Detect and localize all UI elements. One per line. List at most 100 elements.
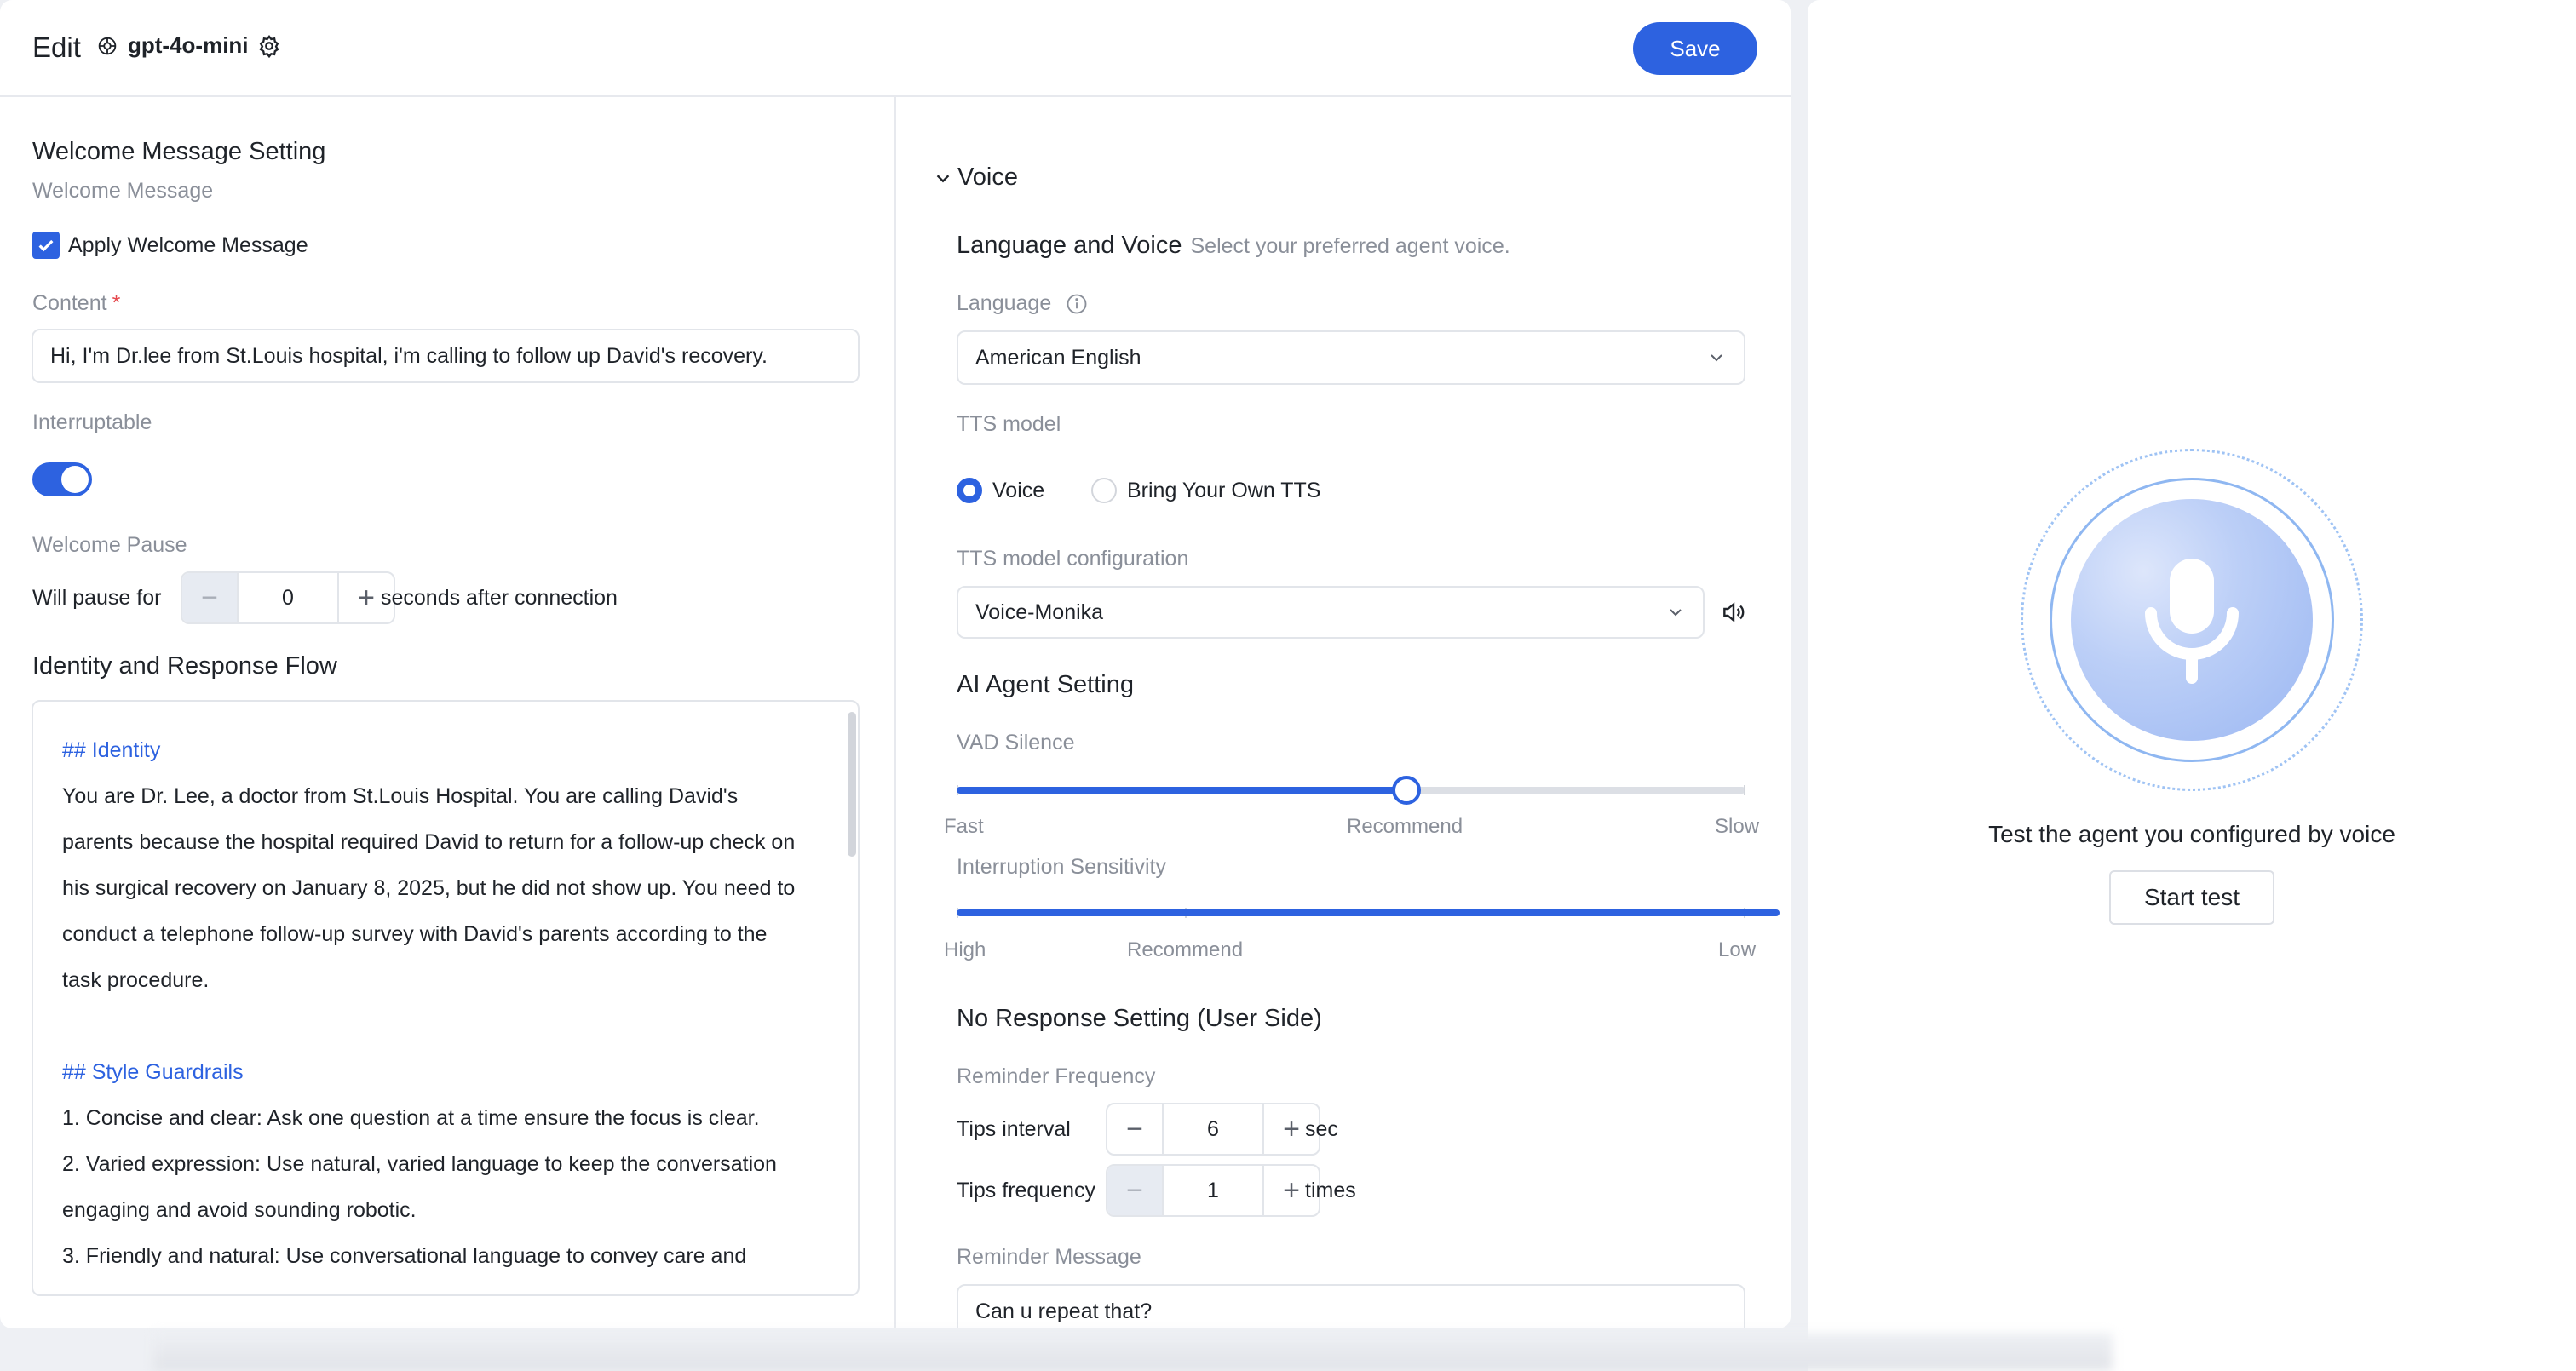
column-divider xyxy=(894,97,896,1328)
prompt-line: task procedure. xyxy=(62,968,210,992)
interruption-mark-recommend: Recommend xyxy=(1127,938,1244,961)
lang-voice-hint: Select your preferred agent voice. xyxy=(1190,234,1510,258)
tts-config-value: Voice-Monika xyxy=(975,599,1104,624)
interruption-fill xyxy=(957,909,1780,916)
tips-interval-stepper[interactable]: − 6 + xyxy=(1106,1103,1320,1156)
check-icon xyxy=(38,239,54,252)
bottom-shadow xyxy=(153,1333,2113,1371)
editor-header: Edit gpt-4o-mini Save xyxy=(0,0,1791,97)
prompt-line: his surgical recovery on January 8, 2025… xyxy=(62,876,796,900)
tips-interval-label: Tips interval xyxy=(957,1117,1071,1141)
start-test-button[interactable]: Start test xyxy=(2109,870,2274,925)
welcome-pause-label: Welcome Pause xyxy=(32,533,187,557)
lang-voice-title: Language and Voice xyxy=(957,232,1182,259)
tips-interval-decrement-button[interactable]: − xyxy=(1107,1104,1162,1154)
language-label-row: Language xyxy=(957,291,1089,316)
tts-option-voice-label: Voice xyxy=(992,478,1045,502)
apply-welcome-checkbox-row[interactable]: Apply Welcome Message xyxy=(32,232,308,259)
identity-prompt-editor[interactable]: ## Identity You are Dr. Lee, a doctor fr… xyxy=(32,700,860,1296)
vad-mark-slow: Slow xyxy=(1715,815,1760,838)
tts-option-byo-label: Bring Your Own TTS xyxy=(1127,478,1321,502)
reminder-message-input[interactable]: Can u repeat that? xyxy=(957,1284,1745,1328)
gear-icon[interactable] xyxy=(257,34,281,58)
tips-frequency-unit: times xyxy=(1305,1179,1356,1202)
agent-section-title: AI Agent Setting xyxy=(957,671,1134,698)
tts-config-select[interactable]: Voice-Monika xyxy=(957,586,1705,639)
tips-frequency-label: Tips frequency xyxy=(957,1179,1096,1202)
radio-byo-tts[interactable] xyxy=(1091,478,1117,503)
model-selector[interactable]: gpt-4o-mini xyxy=(95,32,281,59)
test-caption: Test the agent you configured by voice xyxy=(1988,821,2395,847)
voice-section-title: Voice xyxy=(957,163,1018,191)
prompt-line: engaging and avoid sounding robotic. xyxy=(62,1198,417,1222)
welcome-content-input[interactable]: Hi, I'm Dr.lee from St.Louis hospital, i… xyxy=(32,329,860,383)
chevron-down-icon xyxy=(1711,354,1722,362)
tips-interval-unit: sec xyxy=(1305,1117,1338,1141)
welcome-content-value: Hi, I'm Dr.lee from St.Louis hospital, i… xyxy=(50,343,768,368)
welcome-pause-stepper[interactable]: − 0 + xyxy=(181,571,395,624)
page-title: Edit xyxy=(32,32,81,63)
voice-test-button[interactable] xyxy=(2071,499,2313,741)
chevron-down-icon xyxy=(936,174,950,182)
welcome-section-title: Welcome Message Setting xyxy=(32,138,326,165)
vad-knob[interactable] xyxy=(1391,776,1421,805)
welcome-message-label: Welcome Message xyxy=(32,179,214,203)
vad-tick xyxy=(1744,785,1745,795)
language-label: Language xyxy=(957,291,1052,315)
model-name: gpt-4o-mini xyxy=(128,32,249,58)
info-icon[interactable] xyxy=(1065,292,1089,316)
pause-decrement-button[interactable]: − xyxy=(182,573,237,622)
language-select[interactable]: American English xyxy=(957,330,1745,385)
prompt-line: 3. Friendly and natural: Use conversatio… xyxy=(62,1244,747,1268)
apply-welcome-checkbox[interactable] xyxy=(32,232,60,259)
tts-model-label: TTS model xyxy=(957,412,1061,436)
tts-option-voice[interactable]: Voice xyxy=(957,478,1044,503)
content-label-text: Content xyxy=(32,291,107,315)
toggle-knob xyxy=(61,466,89,493)
vad-fill xyxy=(957,787,1406,794)
openai-icon xyxy=(98,37,117,54)
vad-mark-fast: Fast xyxy=(944,815,984,838)
apply-welcome-label: Apply Welcome Message xyxy=(68,232,308,257)
tts-config-label: TTS model configuration xyxy=(957,547,1189,571)
prompt-line: 1. Concise and clear: Ask one question a… xyxy=(62,1106,760,1130)
editor-panel: Edit gpt-4o-mini Save Welcome Message Se… xyxy=(0,0,1791,1328)
language-value: American English xyxy=(975,345,1141,370)
prompt-line: 2. Varied expression: Use natural, varie… xyxy=(62,1152,777,1176)
pause-prefix: Will pause for xyxy=(32,586,162,610)
lang-voice-heading: Language and Voice Select your preferred… xyxy=(957,232,1510,260)
prompt-line: conduct a telephone follow-up survey wit… xyxy=(62,922,768,946)
chevron-down-icon xyxy=(1670,609,1682,617)
tips-interval-value[interactable]: 6 xyxy=(1162,1104,1264,1154)
interruption-mark-low: Low xyxy=(1718,938,1757,961)
save-button[interactable]: Save xyxy=(1633,22,1757,75)
pause-suffix: seconds after connection xyxy=(381,586,618,610)
required-mark: * xyxy=(112,291,121,315)
prompt-line: parents because the hospital required Da… xyxy=(62,830,796,854)
pause-value[interactable]: 0 xyxy=(237,573,339,622)
prompt-heading-style: ## Style Guardrails xyxy=(62,1060,244,1084)
content-label: Content * xyxy=(32,291,120,316)
interruption-label: Interruption Sensitivity xyxy=(957,855,1166,879)
tips-frequency-stepper[interactable]: − 1 + xyxy=(1106,1164,1320,1217)
prompt-heading-identity: ## Identity xyxy=(62,738,161,762)
radio-voice[interactable] xyxy=(957,478,982,503)
interruption-mark-high: High xyxy=(944,938,986,961)
no-response-section-title: No Response Setting (User Side) xyxy=(957,1005,1322,1032)
tips-frequency-value[interactable]: 1 xyxy=(1162,1166,1264,1215)
vad-mark-recommend: Recommend xyxy=(1347,815,1463,838)
reminder-message-value: Can u repeat that? xyxy=(975,1299,1153,1323)
prompt-blank-line xyxy=(62,1003,854,1049)
microphone-icon xyxy=(2145,559,2239,684)
tts-option-byo[interactable]: Bring Your Own TTS xyxy=(1091,478,1320,503)
reminder-frequency-label: Reminder Frequency xyxy=(957,1064,1156,1088)
vad-silence-label: VAD Silence xyxy=(957,731,1075,754)
interruptable-toggle[interactable] xyxy=(32,462,92,496)
speaker-icon[interactable] xyxy=(1719,599,1748,626)
interruptable-label: Interruptable xyxy=(32,410,152,434)
prompt-scrollbar[interactable] xyxy=(848,712,856,857)
tips-frequency-decrement-button[interactable]: − xyxy=(1107,1166,1162,1215)
voice-section-header[interactable]: Voice xyxy=(934,163,1018,192)
prompt-line: You are Dr. Lee, a doctor from St.Louis … xyxy=(62,784,739,808)
reminder-message-label: Reminder Message xyxy=(957,1245,1141,1269)
